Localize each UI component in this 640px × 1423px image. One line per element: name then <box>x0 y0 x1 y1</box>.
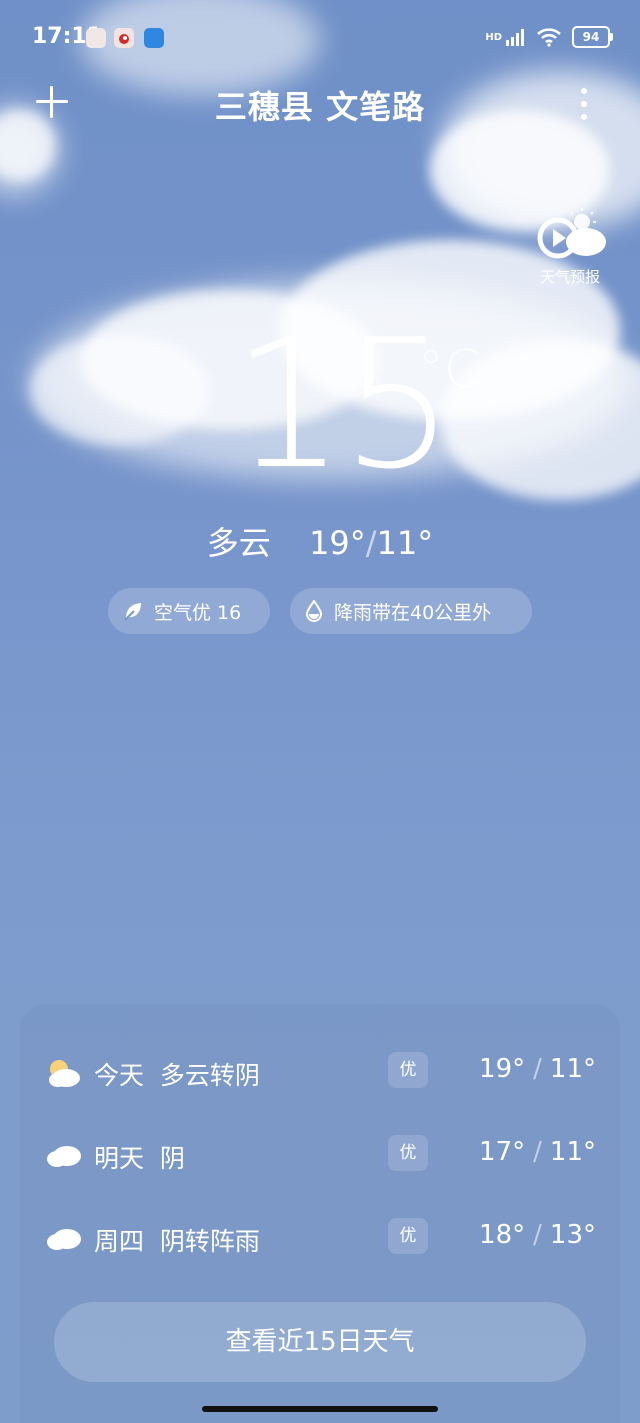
location-title[interactable]: 三穗县 文笔路 <box>0 82 640 128</box>
forecast-day-label: 今天 多云转阴 <box>94 1061 260 1090</box>
forecast-aq-badge: 优 <box>388 1052 428 1088</box>
high-low-separator: / <box>365 524 377 562</box>
view-15-day-button[interactable]: 查看近15日天气 <box>54 1302 586 1382</box>
today-high: 19° <box>309 524 366 562</box>
temperature-unit: °C <box>418 340 481 400</box>
rain-distance-chip[interactable]: 降雨带在40公里外 <box>290 588 532 634</box>
weather-forecast-label: 天气预报 <box>539 268 600 286</box>
forecast-row-today[interactable]: 今天 多云转阴 优 19°/11° <box>46 1048 596 1098</box>
rain-distance-text: 降雨带在40公里外 <box>334 601 492 624</box>
forecast-row-thursday[interactable]: 周四 阴转阵雨 优 18°/13° <box>46 1214 596 1264</box>
air-quality-chip[interactable]: 空气优 16 <box>108 588 270 634</box>
partly-cloudy-icon <box>49 1060 80 1087</box>
play-cloud-icon <box>537 208 606 259</box>
status-bar: 17:11 HD 94 <box>0 0 640 76</box>
forecast-row-tomorrow[interactable]: 明天 阴 优 17°/11° <box>46 1131 596 1181</box>
air-quality-text: 空气优 16 <box>154 601 242 624</box>
forecast-aq-badge: 优 <box>388 1135 428 1171</box>
leaf-icon <box>124 603 141 621</box>
cloud-icon <box>47 1229 81 1250</box>
current-condition-line: 多云 19°/11° <box>0 518 640 564</box>
forecast-high-low: 18°/13° <box>479 1220 596 1250</box>
home-indicator[interactable] <box>202 1406 438 1412</box>
cloud-icon <box>47 1146 81 1167</box>
weather-forecast-video-button[interactable]: 天气预报 <box>530 206 610 287</box>
forecast-high-low: 17°/11° <box>479 1137 596 1167</box>
wifi-icon <box>537 28 561 47</box>
forecast-day-label: 明天 阴 <box>94 1144 185 1173</box>
forecast-day-label: 周四 阴转阵雨 <box>94 1227 260 1256</box>
more-menu-button[interactable] <box>580 88 588 122</box>
network-label: HD <box>485 31 502 43</box>
weibo-icon <box>114 28 134 48</box>
forecast-aq-badge: 优 <box>388 1218 428 1254</box>
battery-icon: 94 <box>572 26 613 48</box>
forecast-high-low: 19°/11° <box>479 1054 596 1084</box>
app-notification-icon <box>86 28 106 48</box>
signal-icon <box>506 29 524 46</box>
current-condition: 多云 <box>206 524 271 562</box>
today-low: 11° <box>376 524 434 562</box>
du-app-icon <box>144 28 164 48</box>
raindrop-icon <box>305 600 323 622</box>
